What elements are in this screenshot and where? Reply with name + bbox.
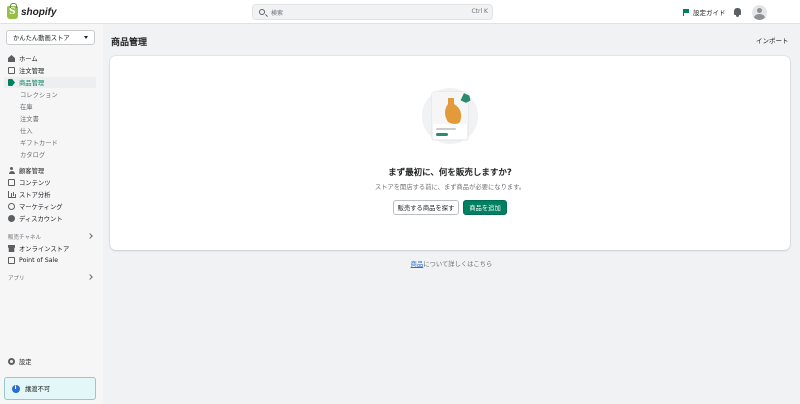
sidebar-subitem-label: コレクション xyxy=(20,92,58,99)
shopify-logo[interactable]: S shopify xyxy=(7,2,57,20)
sidebar-item-label: オンラインストア xyxy=(19,246,70,253)
empty-state-title: まず最初に、何を販売しますか? xyxy=(388,168,512,178)
sidebar-subitem-label: 在庫 xyxy=(20,104,33,111)
top-bar: S shopify 検索 Ctrl K 設定ガイド xyxy=(0,0,800,24)
setup-guide-button[interactable]: 設定ガイド xyxy=(683,7,726,17)
apps-heading[interactable]: アプリ xyxy=(8,273,93,283)
content-icon xyxy=(8,179,15,186)
sidebar-item-label: ディスカウント xyxy=(19,216,63,223)
sidebar-item-label: 注文管理 xyxy=(19,68,45,75)
gear-icon xyxy=(8,358,15,365)
setup-guide-label: 設定ガイド xyxy=(693,9,726,17)
empty-state-card: まず最初に、何を販売しますか? ストアを開店する前に、まず商品が必要になります。… xyxy=(110,56,790,250)
sidebar-item-online-store[interactable]: オンラインストア xyxy=(4,243,96,254)
sidebar-subitem-inventory[interactable]: 在庫 xyxy=(20,101,33,112)
store-selector[interactable]: かんたん動画ストア xyxy=(6,30,95,45)
avatar[interactable] xyxy=(752,5,767,20)
sidebar-item-label: 商品管理 xyxy=(19,80,45,87)
sales-channels-heading[interactable]: 販売チャネル xyxy=(8,232,93,242)
avatar-body xyxy=(754,14,765,20)
info-icon xyxy=(12,384,20,393)
sidebar-item-label: 設定 xyxy=(19,359,32,366)
bell-icon[interactable] xyxy=(734,8,741,17)
import-button[interactable]: インポート xyxy=(756,35,789,45)
sidebar-item-content[interactable]: コンテンツ xyxy=(4,177,96,188)
sidebar-subitem-gift-cards[interactable]: ギフトカード xyxy=(20,137,58,148)
avatar-head xyxy=(757,8,762,13)
flag-icon xyxy=(683,8,689,16)
sidebar-subitem-catalogs[interactable]: カタログ xyxy=(20,149,45,160)
sidebar-item-label: ホーム xyxy=(19,56,38,63)
store-icon xyxy=(8,245,15,252)
section-heading-label: 販売チャネル xyxy=(8,235,41,241)
sidebar-item-home[interactable]: ホーム xyxy=(4,53,96,64)
caret-down-icon xyxy=(84,36,88,39)
logo-text: shopify xyxy=(21,6,57,18)
person-icon xyxy=(8,167,15,174)
sidebar-subitem-label: カタログ xyxy=(20,152,46,159)
section-heading-label: アプリ xyxy=(8,276,25,282)
page-title: 商品管理 xyxy=(111,38,148,48)
sidebar-subitem-purchase-orders[interactable]: 注文書 xyxy=(20,113,39,124)
banner-text: 譲渡不可 xyxy=(25,386,51,393)
sidebar-item-products[interactable]: 商品管理 xyxy=(4,77,96,88)
empty-state-description: ストアを開店する前に、まず商品が必要になります。 xyxy=(374,184,526,191)
chevron-right-icon xyxy=(87,233,93,239)
marketing-icon xyxy=(8,203,15,210)
shopify-bag-icon: S xyxy=(7,2,18,19)
chevron-right-icon xyxy=(87,274,93,280)
sidebar-item-label: マーケティング xyxy=(19,204,63,211)
sidebar-subitem-label: 注文書 xyxy=(20,116,39,123)
tag-icon xyxy=(8,79,15,86)
search-icon xyxy=(259,9,265,15)
product-illustration-icon xyxy=(422,88,478,144)
sidebar-item-label: コンテンツ xyxy=(19,180,51,187)
sidebar-subitem-label: ギフトカード xyxy=(20,140,58,147)
discount-icon xyxy=(8,215,15,222)
sidebar-subitem-label: 仕入 xyxy=(20,128,33,135)
sidebar-subitem-transfers[interactable]: 仕入 xyxy=(20,125,33,136)
sidebar-item-analytics[interactable]: ストア分析 xyxy=(4,189,96,200)
sidebar-item-label: 顧客管理 xyxy=(19,168,45,175)
sidebar-item-customers[interactable]: 顧客管理 xyxy=(4,165,96,176)
learn-more-link[interactable]: 商品 xyxy=(411,261,424,268)
sidebar-item-marketing[interactable]: マーケティング xyxy=(4,201,96,212)
sidebar-item-orders[interactable]: 注文管理 xyxy=(4,65,96,76)
search-shortcut: Ctrl K xyxy=(471,8,488,15)
add-product-button[interactable]: 商品を追加 xyxy=(463,200,507,215)
learn-more-suffix: について詳しくはこちら xyxy=(423,261,493,268)
find-products-button[interactable]: 販売する商品を探す xyxy=(393,200,459,215)
sidebar-item-label: ストア分析 xyxy=(19,192,51,199)
search-placeholder: 検索 xyxy=(271,10,284,17)
home-icon xyxy=(8,55,15,62)
sidebar-item-discounts[interactable]: ディスカウント xyxy=(4,213,96,224)
learn-more-text: 商品について詳しくはこちら xyxy=(0,259,800,268)
store-status-banner[interactable]: 譲渡不可 xyxy=(4,377,96,400)
analytics-icon xyxy=(8,191,15,198)
sidebar: かんたん動画ストア ホーム 注文管理 商品管理 コレクション 在庫 注文書 仕入… xyxy=(0,24,103,404)
store-name: かんたん動画ストア xyxy=(13,35,70,42)
search-input[interactable]: 検索 Ctrl K xyxy=(252,4,493,20)
orders-icon xyxy=(8,67,15,74)
sidebar-item-settings[interactable]: 設定 xyxy=(4,356,96,367)
sidebar-subitem-collections[interactable]: コレクション xyxy=(20,89,58,100)
